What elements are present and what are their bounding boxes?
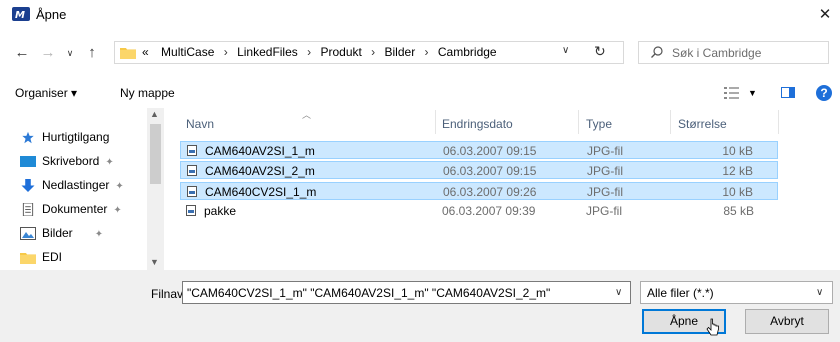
file-row[interactable]: CAM640AV2SI_1_m 06.03.2007 09:15 JPG-fil…	[180, 141, 778, 159]
sidebar-item-label: Dokumenter	[42, 202, 108, 216]
file-date: 06.03.2007 09:39	[442, 204, 536, 218]
sidebar-item-pictures[interactable]: Bilder ✦	[20, 222, 103, 244]
preview-pane-icon[interactable]	[781, 87, 795, 98]
chevron-right-icon: ›	[307, 45, 312, 59]
breadcrumb-overflow[interactable]: «	[142, 45, 149, 59]
file-date: 06.03.2007 09:15	[443, 144, 537, 158]
file-type: JPG-fil	[586, 204, 622, 218]
file-name: pakke	[204, 204, 237, 218]
folder-icon	[120, 48, 136, 59]
column-header-date[interactable]: Endringsdato	[442, 117, 513, 131]
file-size: 12 kB	[722, 164, 753, 178]
file-name: CAM640CV2SI_1_m	[205, 185, 317, 199]
file-type: JPG-fil	[587, 164, 623, 178]
sidebar-item-downloads[interactable]: Nedlastinger ✦	[20, 174, 124, 196]
folder-icon	[20, 253, 36, 265]
filename-dropdown-icon[interactable]: ∨	[615, 287, 622, 298]
breadcrumb-produkt[interactable]: Produkt	[320, 45, 361, 59]
address-dropdown-icon[interactable]: ∨	[562, 45, 569, 56]
file-row[interactable]: CAM640CV2SI_1_m 06.03.2007 09:26 JPG-fil…	[180, 182, 778, 200]
filename-input[interactable]: "CAM640CV2SI_1_m" "CAM640AV2SI_1_m" "CAM…	[182, 281, 631, 304]
new-folder-button[interactable]: Ny mappe	[120, 86, 175, 100]
pin-icon: ✦	[113, 205, 122, 216]
file-type-filter-select[interactable]: Alle filer (*.*)	[640, 281, 833, 304]
pin-icon: ✦	[115, 181, 124, 192]
up-arrow-icon[interactable]: ↑	[82, 43, 102, 63]
help-icon[interactable]: ?	[816, 85, 832, 101]
organise-button[interactable]: Organiser ▾	[15, 86, 77, 100]
sidebar-item-documents[interactable]: Dokumenter ✦	[20, 198, 122, 220]
column-divider[interactable]	[435, 110, 436, 134]
breadcrumb-multicase[interactable]: MultiCase	[161, 45, 214, 59]
documents-icon	[22, 203, 34, 217]
desktop-icon	[20, 156, 36, 168]
column-header-type[interactable]: Type	[586, 117, 612, 131]
chevron-right-icon: ›	[424, 45, 429, 59]
breadcrumb-cambridge[interactable]: Cambridge	[438, 45, 497, 59]
file-type: JPG-fil	[587, 185, 623, 199]
star-icon	[22, 132, 34, 144]
sidebar-item-label: Hurtigtilgang	[42, 130, 110, 144]
sidebar-item-label: Nedlastinger	[42, 178, 110, 192]
chevron-right-icon: ›	[371, 45, 376, 59]
back-arrow-icon[interactable]: ←	[12, 43, 32, 63]
file-size: 10 kB	[722, 185, 753, 199]
file-row[interactable]: CAM640AV2SI_2_m 06.03.2007 09:15 JPG-fil…	[180, 161, 778, 179]
file-size: 10 kB	[722, 144, 753, 158]
scroll-down-icon[interactable]: ▼	[150, 257, 159, 267]
file-date: 06.03.2007 09:26	[443, 185, 537, 199]
file-size: 85 kB	[723, 204, 754, 218]
sidebar-item-label: Skrivebord	[42, 154, 100, 168]
column-divider[interactable]	[578, 110, 579, 134]
cancel-button[interactable]: Avbryt	[745, 309, 829, 334]
sidebar-item-desktop[interactable]: Skrivebord ✦	[20, 150, 114, 172]
file-date: 06.03.2007 09:15	[443, 164, 537, 178]
close-icon[interactable]: ✕	[814, 4, 836, 26]
breadcrumb-bilder[interactable]: Bilder	[385, 45, 416, 59]
file-type: JPG-fil	[587, 144, 623, 158]
image-file-icon	[187, 186, 197, 197]
sort-ascending-icon: ︿	[302, 110, 312, 120]
breadcrumb-linkedfiles[interactable]: LinkedFiles	[237, 45, 298, 59]
image-file-icon	[187, 145, 197, 156]
image-file-icon	[186, 205, 196, 216]
breadcrumb[interactable]: « MultiCase › LinkedFiles › Produkt › Bi…	[142, 45, 497, 59]
column-header-name[interactable]: Navn	[186, 117, 214, 131]
search-placeholder: Søk i Cambridge	[672, 46, 762, 60]
recent-locations-chevron-icon[interactable]: ∨	[60, 43, 80, 63]
pictures-icon	[20, 227, 36, 241]
title-bar	[0, 0, 840, 30]
chevron-right-icon: ›	[223, 45, 228, 59]
sidebar-item-edi[interactable]: EDI	[20, 246, 62, 268]
refresh-icon[interactable]: ↻	[594, 43, 606, 60]
forward-arrow-icon[interactable]: →	[38, 43, 58, 63]
scroll-up-icon[interactable]: ▲	[150, 109, 159, 119]
sidebar-item-quick-access[interactable]: Hurtigtilgang	[20, 126, 109, 148]
pin-icon: ✦	[105, 157, 114, 168]
search-icon	[651, 46, 663, 58]
sidebar-item-label: Bilder	[42, 226, 73, 240]
view-options-icon[interactable]	[724, 87, 740, 99]
cursor-icon	[706, 318, 719, 336]
app-icon: M	[12, 7, 30, 21]
svg-text:M: M	[15, 10, 25, 21]
column-header-size[interactable]: Størrelse	[678, 117, 727, 131]
view-dropdown-icon[interactable]: ▼	[748, 88, 757, 98]
file-name: CAM640AV2SI_2_m	[205, 164, 315, 178]
column-divider[interactable]	[670, 110, 671, 134]
download-icon	[21, 179, 35, 193]
filter-dropdown-icon[interactable]: ∨	[816, 287, 823, 298]
image-file-icon	[187, 165, 197, 176]
window-title: Åpne	[36, 7, 67, 22]
file-row[interactable]: pakke 06.03.2007 09:39 JPG-fil 85 kB	[180, 202, 778, 220]
file-name: CAM640AV2SI_1_m	[205, 144, 315, 158]
column-divider[interactable]	[778, 110, 779, 134]
pin-icon: ✦	[94, 229, 104, 240]
sidebar-item-label: EDI	[42, 250, 63, 264]
sidebar-scrollbar-thumb[interactable]	[150, 124, 161, 184]
